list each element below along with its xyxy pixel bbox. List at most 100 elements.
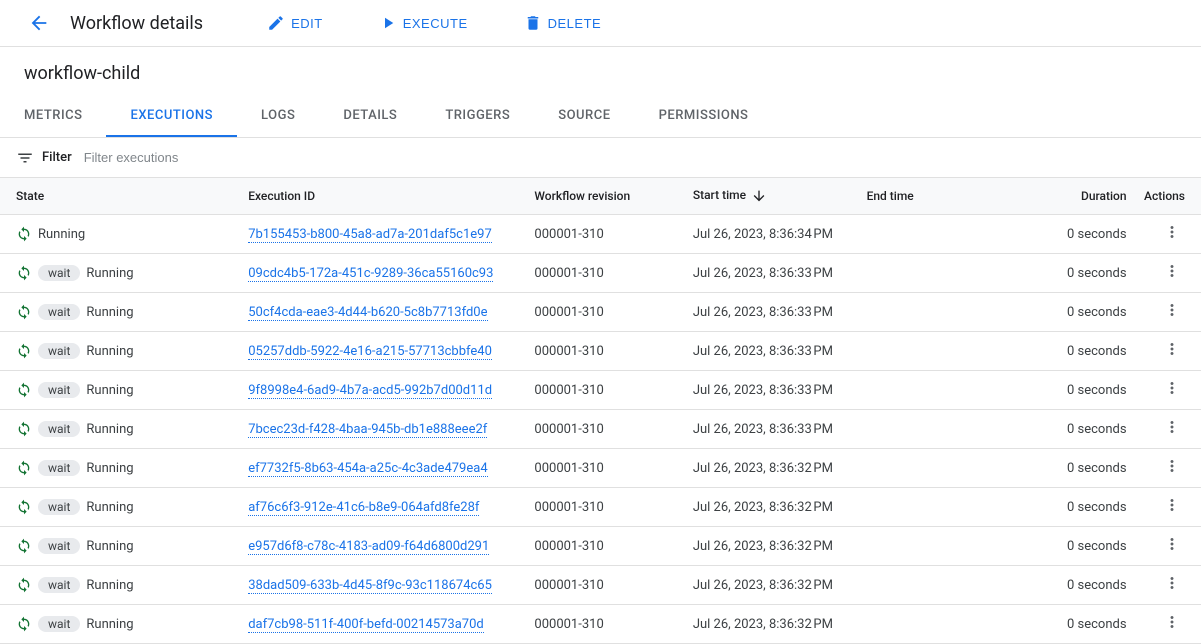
row-actions-menu[interactable] [1163, 262, 1181, 280]
cell-state: waitRunning [0, 605, 240, 644]
tab-permissions[interactable]: Permissions [635, 96, 773, 137]
wait-chip: wait [38, 265, 80, 281]
cell-revision: 000001-310 [526, 566, 684, 605]
cell-revision: 000001-310 [526, 254, 684, 293]
cell-duration: 0 seconds [1017, 410, 1135, 449]
cell-end-time [859, 371, 1017, 410]
cell-start-time: Jul 26, 2023, 8:36:32 PM [685, 527, 859, 566]
table-row: wait Running ef7732f5-8b63-454a-a25c-4c3ad… [0, 449, 1201, 488]
row-actions-menu[interactable] [1163, 418, 1181, 436]
col-state[interactable]: State [0, 178, 240, 215]
tab-source[interactable]: Source [534, 96, 634, 137]
row-actions-menu[interactable] [1163, 457, 1181, 475]
cell-revision: 000001-310 [526, 488, 684, 527]
edit-button[interactable]: Edit [259, 8, 331, 38]
table-row: waitRunningaf76c6f3-912e-41c6-b8e9-064af… [0, 488, 1201, 527]
cell-execution-id: 9f8998e4-6ad9-4b7a-acd5-992b7d00d11d [240, 371, 526, 410]
cell-end-time [859, 605, 1017, 644]
cell-duration: 0 seconds [1017, 371, 1135, 410]
cell-end-time [859, 254, 1017, 293]
running-icon [16, 304, 32, 320]
execution-link[interactable]: e957d6f8-c78c-4183-ad09-f64d6800d291 [248, 539, 489, 555]
page-title: Workflow details [70, 13, 203, 34]
wait-chip: wait [38, 577, 80, 593]
cell-start-time: Jul 26, 2023, 8:36:33 PM [685, 254, 859, 293]
row-actions-menu[interactable] [1163, 340, 1181, 358]
cell-execution-id: 50cf4cda-eae3-4d44-b620-5c8b7713fd0e [240, 293, 526, 332]
execution-link[interactable]: af76c6f3-912e-41c6-b8e9-064afd8fe28f [248, 500, 479, 516]
state-text: Running [86, 500, 133, 515]
cell-state: waitRunning [0, 293, 240, 332]
cell-actions [1135, 566, 1201, 605]
execution-link[interactable]: 7b155453-b800-45a8-ad7a-201daf5c1e97 [248, 227, 492, 243]
row-actions-menu[interactable] [1163, 496, 1181, 514]
edit-icon [267, 14, 285, 32]
sort-desc-icon [751, 188, 767, 204]
running-icon [16, 616, 32, 632]
state-text: Running [86, 617, 133, 632]
row-actions-menu[interactable] [1163, 223, 1181, 241]
execution-link[interactable]: 38dad509-633b-4d45-8f9c-93c118674c65 [248, 578, 492, 594]
cell-end-time [859, 332, 1017, 371]
cell-actions [1135, 527, 1201, 566]
tab-logs[interactable]: Logs [237, 96, 319, 137]
cell-duration: 0 seconds [1017, 527, 1135, 566]
cell-start-time: Jul 26, 2023, 8:36:33 PM [685, 332, 859, 371]
execute-label: Execute [403, 16, 468, 31]
running-icon [16, 499, 32, 515]
cell-actions [1135, 332, 1201, 371]
cell-actions [1135, 215, 1201, 254]
table-row: waitRunning38dad509-633b-4d45-8f9c-93c11… [0, 566, 1201, 605]
row-actions-menu[interactable] [1163, 574, 1181, 592]
cell-state: waitRunning [0, 332, 240, 371]
row-actions-menu[interactable] [1163, 535, 1181, 553]
cell-start-time: Jul 26, 2023, 8:36:32 PM [685, 449, 859, 488]
col-duration[interactable]: Duration [1017, 178, 1135, 215]
cell-revision: 000001-310 [526, 605, 684, 644]
col-workflow-revision[interactable]: Workflow revision [526, 178, 684, 215]
wait-chip: wait [38, 538, 80, 554]
wait-chip: wait [38, 382, 80, 398]
tab-details[interactable]: Details [319, 96, 421, 137]
cell-execution-id: 7b155453-b800-45a8-ad7a-201daf5c1e97 [240, 215, 526, 254]
row-actions-menu[interactable] [1163, 379, 1181, 397]
execution-link[interactable]: ef7732f5-8b63-454a-a25c-4c3ade479ea4 [248, 461, 487, 477]
cell-execution-id: 7bcec23d-f428-4baa-945b-db1e888eee2f [240, 410, 526, 449]
execution-link[interactable]: 50cf4cda-eae3-4d44-b620-5c8b7713fd0e [248, 305, 487, 321]
col-start-time[interactable]: Start time [685, 178, 859, 215]
filter-input[interactable] [80, 146, 1185, 169]
delete-button[interactable]: Delete [516, 8, 610, 38]
edit-label: Edit [291, 16, 323, 31]
cell-start-time: Jul 26, 2023, 8:36:33 PM [685, 371, 859, 410]
cell-state: Running [0, 215, 240, 254]
execution-link[interactable]: 7bcec23d-f428-4baa-945b-db1e888eee2f [248, 422, 487, 438]
execution-link[interactable]: 9f8998e4-6ad9-4b7a-acd5-992b7d00d11d [248, 383, 492, 399]
cell-execution-id: 38dad509-633b-4d45-8f9c-93c118674c65 [240, 566, 526, 605]
cell-actions [1135, 605, 1201, 644]
row-actions-menu[interactable] [1163, 613, 1181, 631]
executions-table: State Execution ID Workflow revision Sta… [0, 178, 1201, 644]
state-text: Running [86, 461, 133, 476]
col-execution-id[interactable]: Execution ID [240, 178, 526, 215]
col-end-time[interactable]: End time [859, 178, 1017, 215]
execution-link[interactable]: daf7cb98-511f-400f-befd-00214573a70d [248, 617, 484, 633]
cell-duration: 0 seconds [1017, 449, 1135, 488]
row-actions-menu[interactable] [1163, 301, 1181, 319]
running-icon [16, 538, 32, 554]
cell-end-time [859, 566, 1017, 605]
cell-revision: 000001-310 [526, 293, 684, 332]
back-button[interactable] [24, 8, 54, 38]
wait-chip: wait [38, 460, 80, 476]
running-icon [16, 577, 32, 593]
tabs: MetricsExecutionsLogsDetailsTriggersSour… [0, 96, 1201, 138]
execution-link[interactable]: 05257ddb-5922-4e16-a215-57713cbbfe40 [248, 344, 492, 360]
cell-start-time: Jul 26, 2023, 8:36:34 PM [685, 215, 859, 254]
execution-link[interactable]: 09cdc4b5-172a-451c-9289-36ca55160c93 [248, 266, 493, 282]
cell-actions [1135, 488, 1201, 527]
tab-triggers[interactable]: Triggers [421, 96, 534, 137]
execute-button[interactable]: Execute [371, 8, 476, 38]
cell-revision: 000001-310 [526, 410, 684, 449]
tab-executions[interactable]: Executions [106, 96, 237, 137]
state-text: Running [86, 266, 133, 281]
tab-metrics[interactable]: Metrics [0, 96, 106, 137]
